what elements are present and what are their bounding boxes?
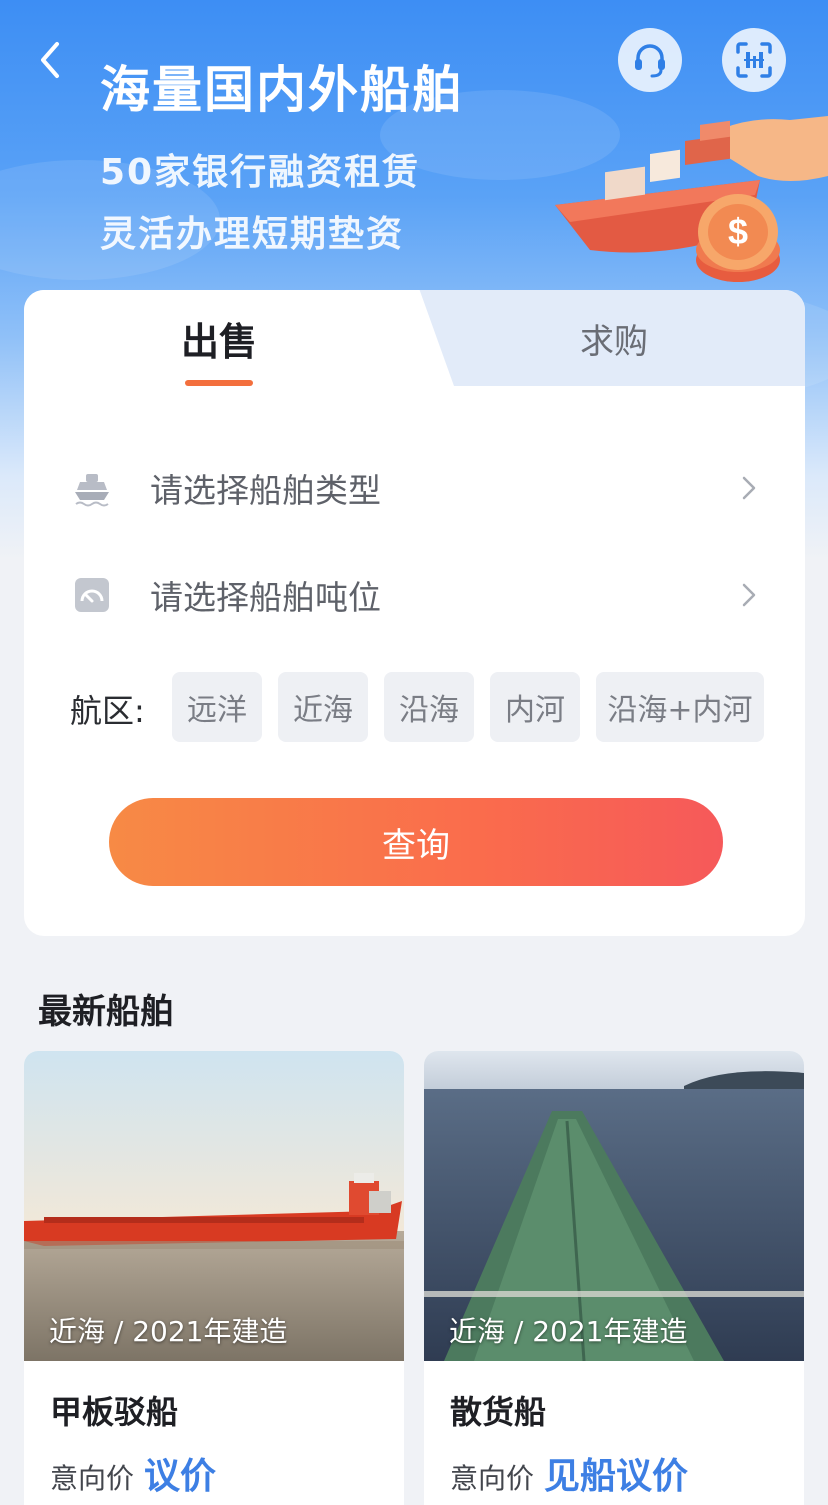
price-value: 见船议价	[544, 1456, 689, 1497]
ship-name: 甲板驳船	[50, 1393, 179, 1431]
area-label: 航区:	[70, 692, 145, 730]
area-chip-coastal-inland[interactable]: 沿海+内河	[596, 672, 764, 742]
ship-type-selector[interactable]: 请选择船舶类型	[64, 448, 764, 528]
tonnage-placeholder: 请选择船舶吨位	[150, 578, 381, 617]
ship-type-placeholder: 请选择船舶类型	[150, 471, 381, 510]
svg-text:$: $	[728, 211, 748, 252]
area-chip-ocean[interactable]: 远洋	[172, 672, 262, 742]
customer-service-button[interactable]	[618, 28, 682, 92]
tab-sell[interactable]: 出售	[24, 290, 414, 386]
latest-ships-title: 最新船舶	[38, 992, 174, 1032]
query-button[interactable]: 查询	[109, 798, 723, 886]
back-button[interactable]	[30, 38, 70, 82]
ship-card[interactable]: 近海 / 2021年建造 甲板驳船 意向价 议价	[24, 1051, 404, 1505]
hero-subtitle-line2: 灵活办理短期垫资	[100, 214, 405, 255]
price-label: 意向价	[50, 1462, 135, 1495]
search-card: 出售 求购 请选择船舶类型 请选择船舶吨位 航区: 远洋 近海 沿海 内河 沿海…	[24, 290, 805, 936]
ship-money-illustration: $	[555, 116, 828, 282]
headset-icon	[635, 44, 665, 78]
gauge-icon	[64, 567, 120, 623]
ship-card[interactable]: 近海 / 2021年建造 散货船 意向价 见船议价	[424, 1051, 804, 1505]
chevron-right-icon	[734, 468, 764, 508]
hero-subtitle-line1: 50家银行融资租赁	[100, 152, 421, 193]
ship-icon	[64, 460, 120, 516]
active-tab-indicator	[185, 380, 253, 386]
ship-photo: 近海 / 2021年建造	[424, 1051, 804, 1361]
scan-icon	[736, 42, 772, 78]
price-row: 意向价 议价	[50, 1447, 216, 1499]
price-label: 意向价	[450, 1462, 535, 1495]
tonnage-selector[interactable]: 请选择船舶吨位	[64, 555, 764, 635]
page-title: 海量国内外船舶	[100, 61, 464, 119]
ship-name: 散货船	[450, 1393, 547, 1431]
ship-caption: 近海 / 2021年建造	[49, 1315, 288, 1348]
price-row: 意向价 见船议价	[450, 1447, 688, 1499]
tab-buy[interactable]: 求购	[424, 290, 804, 386]
scan-button[interactable]	[722, 28, 786, 92]
chevron-left-icon	[41, 42, 59, 78]
area-chip-offshore[interactable]: 近海	[278, 672, 368, 742]
ship-caption: 近海 / 2021年建造	[449, 1315, 688, 1348]
area-chip-inland[interactable]: 内河	[490, 672, 580, 742]
ship-photo: 近海 / 2021年建造	[24, 1051, 404, 1361]
area-chip-coastal[interactable]: 沿海	[384, 672, 474, 742]
price-value: 议价	[144, 1456, 217, 1497]
chevron-right-icon	[734, 575, 764, 615]
